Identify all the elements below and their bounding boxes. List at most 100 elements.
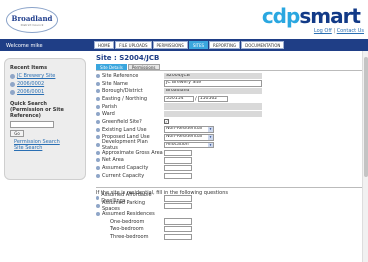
field-row-gross-area: Approximate Gross Area	[96, 149, 368, 157]
nav-file-uploads[interactable]: FILE UPLOADS	[115, 41, 152, 49]
recent-item[interactable]: 2006/0002	[10, 81, 80, 87]
nav-bar: Welcome mike HOME FILE UPLOADS PERMISSIO…	[0, 39, 368, 51]
help-icon[interactable]	[96, 158, 100, 163]
field-row-site-reference: Site Reference S2004/JCB	[96, 72, 368, 80]
recent-item-link[interactable]: JC Brewery Site	[17, 73, 55, 79]
field-label: Two-bedroom	[110, 226, 144, 233]
greenfield-checkbox[interactable]: ✓	[164, 119, 169, 125]
logo-subtitle: District Council	[20, 23, 44, 27]
field-row-three-bedroom: Three-bedroom	[96, 233, 368, 241]
select-value: Non-Residential	[166, 134, 203, 140]
help-icon[interactable]	[96, 81, 100, 86]
three-bedroom-input[interactable]	[164, 233, 192, 241]
brand-logo: cdpsmart	[261, 4, 361, 28]
nav-home[interactable]: HOME	[94, 41, 115, 49]
field-row-site-name: Site Name JC Brewery Site	[96, 80, 368, 88]
field-row-one-bedroom: One-bedroom	[96, 218, 368, 226]
field-label: Site Name	[102, 80, 128, 87]
affordable-dwellings-input[interactable]	[164, 195, 192, 202]
field-label: Greenfield Site?	[102, 118, 142, 125]
help-icon[interactable]	[96, 166, 100, 171]
log-off-link[interactable]: Log Off	[314, 28, 332, 34]
welcome-text: Welcome mike	[6, 43, 43, 49]
help-icon[interactable]	[96, 143, 100, 148]
coord-separator: /	[195, 95, 197, 102]
northing-input[interactable]: 150562	[197, 95, 228, 103]
field-label: Assumed Residences	[102, 210, 155, 217]
plan-status-select[interactable]: Allocation ▾	[164, 141, 214, 149]
field-label: Existing Land Use	[102, 126, 147, 133]
main-content: Site : S2004/JCB Site Details Permission…	[96, 54, 368, 241]
field-row-borough: Borough/District Broadland	[96, 87, 368, 95]
ward-field	[164, 111, 262, 118]
field-row-existing-land-use: Existing Land Use Non-Residential ▾	[96, 126, 368, 134]
site-reference-field: S2004/JCB	[164, 72, 262, 80]
field-label: Borough/District	[102, 88, 143, 95]
field-row-ward: Ward	[96, 110, 368, 118]
bullet-icon	[10, 89, 15, 95]
help-icon[interactable]	[96, 211, 100, 216]
header: Broadland District Council cdpsmart Log …	[0, 0, 368, 39]
help-icon[interactable]	[96, 96, 100, 101]
gross-area-input[interactable]	[164, 149, 192, 156]
nav-sites[interactable]: SITES	[188, 41, 209, 49]
select-value: Non-Residential	[166, 126, 203, 132]
recent-items-list: JC Brewery Site 2006/0002 2006/0001	[10, 73, 80, 95]
one-bedroom-input[interactable]	[164, 218, 192, 225]
field-row-easting-northing: Easting / Northing 550154 / 150562	[96, 95, 368, 103]
nav-permissions[interactable]: PERMISSIONS	[152, 41, 188, 49]
link-separator: |	[333, 28, 336, 34]
proposed-land-use-select[interactable]: Non-Residential ▾	[164, 134, 214, 141]
bullet-icon	[10, 73, 15, 79]
quick-search-title: Quick Search (Permission or Site Referen…	[10, 101, 64, 119]
tab-site-details[interactable]: Site Details	[96, 64, 127, 70]
field-row-residences: Assumed Residences	[96, 210, 368, 218]
existing-land-use-select[interactable]: Non-Residential ▾	[164, 126, 214, 133]
easting-input[interactable]: 550154	[164, 95, 194, 103]
chevron-down-icon: ▾	[208, 142, 213, 148]
go-button[interactable]: Go	[10, 130, 24, 137]
nav-documentation[interactable]: DOCUMENTATION	[241, 41, 285, 49]
help-icon[interactable]	[96, 127, 100, 132]
current-capacity-input[interactable]	[164, 172, 192, 179]
page-title: Site : S2004/JCB	[96, 54, 160, 62]
parking-spaces-input[interactable]	[164, 202, 192, 210]
recent-item-link[interactable]: 2006/0002	[17, 81, 44, 87]
contact-us-link[interactable]: Contact Us	[337, 28, 364, 34]
help-icon[interactable]	[96, 119, 100, 124]
field-row-parish: Parish	[96, 103, 368, 111]
net-area-input[interactable]	[164, 157, 192, 164]
field-row-two-bedroom: Two-bedroom	[96, 225, 368, 233]
bullet-icon	[10, 81, 15, 87]
field-label: Net Area	[102, 157, 124, 164]
help-icon[interactable]	[96, 173, 100, 178]
help-icon[interactable]	[96, 112, 100, 117]
field-row-current-capacity: Current Capacity	[96, 172, 368, 180]
select-value: Allocation	[166, 141, 189, 147]
field-label: Parish	[102, 103, 118, 110]
site-name-input[interactable]: JC Brewery Site	[164, 80, 262, 87]
top-links: Log Off | Contact Us	[314, 28, 364, 34]
help-icon[interactable]	[96, 89, 100, 94]
nav-reporting[interactable]: REPORTING	[209, 41, 241, 49]
scrollbar-thumb[interactable]	[364, 57, 368, 177]
assumed-capacity-input[interactable]	[164, 164, 192, 172]
recent-item-link[interactable]: 2006/0001	[17, 89, 44, 95]
recent-item[interactable]: 2006/0001	[10, 89, 80, 95]
tab-permissions[interactable]: Permissions	[127, 64, 160, 70]
site-search-link[interactable]: Site Search	[14, 145, 80, 151]
field-label: Three-bedroom	[110, 233, 149, 240]
council-logo[interactable]: Broadland District Council	[6, 7, 58, 33]
field-label: One-bedroom	[110, 218, 145, 225]
page-scrollbar[interactable]	[362, 51, 368, 262]
borough-field: Broadland	[164, 88, 262, 95]
parish-field	[164, 103, 262, 110]
help-icon[interactable]	[96, 150, 100, 155]
help-icon[interactable]	[96, 73, 100, 78]
help-icon[interactable]	[96, 104, 100, 109]
help-icon[interactable]	[96, 204, 100, 209]
field-label: Easting / Northing	[102, 95, 148, 102]
two-bedroom-input[interactable]	[164, 226, 192, 233]
quick-search-input[interactable]	[10, 121, 54, 128]
recent-item[interactable]: JC Brewery Site	[10, 73, 80, 79]
